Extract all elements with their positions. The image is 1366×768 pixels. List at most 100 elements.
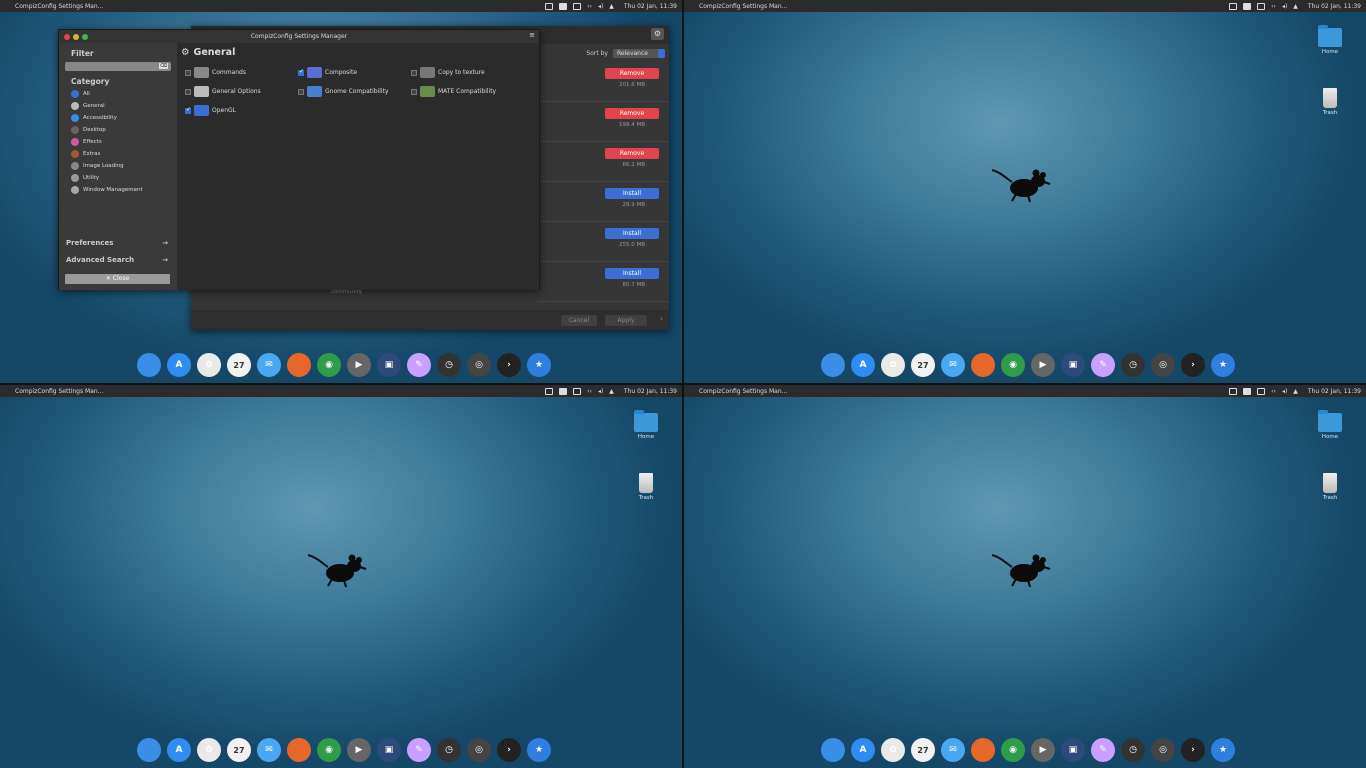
plugin-checkbox[interactable] xyxy=(411,69,417,76)
clock[interactable]: Thu 02 Jan, 11:39 xyxy=(1308,3,1361,10)
app-action-button[interactable]: Install xyxy=(605,188,659,199)
keyboard-icon[interactable] xyxy=(559,2,568,10)
dropbox-icon[interactable] xyxy=(573,2,582,10)
category-item[interactable]: Utility xyxy=(71,173,171,182)
plugin-item[interactable]: Commands xyxy=(185,67,246,78)
disk-icon[interactable]: ◎ xyxy=(467,738,491,762)
volume-icon[interactable]: ◂) xyxy=(1282,3,1287,10)
disk-icon[interactable]: ◎ xyxy=(1151,353,1175,377)
plugin-item[interactable]: OpenGL xyxy=(185,105,236,116)
firefox-icon[interactable] xyxy=(971,353,995,377)
volume-icon[interactable]: ◂) xyxy=(598,388,603,395)
plugin-item[interactable]: Composite xyxy=(298,67,357,78)
keyboard-icon[interactable] xyxy=(559,387,568,395)
chrome-icon[interactable]: ◉ xyxy=(1001,353,1025,377)
calendar-icon[interactable]: 27 xyxy=(911,738,935,762)
maximize-window-icon[interactable] xyxy=(82,34,88,40)
finder-icon[interactable] xyxy=(137,738,161,762)
media-icon[interactable]: ▶ xyxy=(347,353,371,377)
plugin-item[interactable]: MATE Compatibility xyxy=(411,86,496,97)
clock[interactable]: Thu 02 Jan, 11:39 xyxy=(624,388,677,395)
workspace-4[interactable]: CompizConfig Settings Man... ‹› ◂) ▲ Thu… xyxy=(684,385,1366,768)
apply-button[interactable]: Apply xyxy=(605,315,647,326)
workspace-2[interactable]: CompizConfig Settings Man... ‹› ◂) ▲ Thu… xyxy=(684,0,1366,383)
plugin-item[interactable]: Copy to texture xyxy=(411,67,485,78)
category-item[interactable]: All xyxy=(71,89,171,98)
app-action-button[interactable]: Install xyxy=(605,268,659,279)
menu-icon[interactable]: ≡ xyxy=(529,31,535,39)
category-item[interactable]: General xyxy=(71,101,171,110)
clock-icon[interactable]: ◷ xyxy=(437,738,461,762)
plugin-checkbox[interactable] xyxy=(185,88,191,95)
screen-icon[interactable] xyxy=(1229,387,1238,395)
favorites-icon[interactable]: ★ xyxy=(1211,353,1235,377)
dropbox-icon[interactable] xyxy=(1257,2,1266,10)
category-item[interactable]: Effects xyxy=(71,137,171,146)
network-icon[interactable]: ‹› xyxy=(587,3,592,10)
screenshot-icon[interactable]: ▣ xyxy=(1061,738,1085,762)
chrome-icon[interactable]: ◉ xyxy=(1001,738,1025,762)
clock[interactable]: Thu 02 Jan, 11:39 xyxy=(1308,388,1361,395)
home-folder-icon[interactable]: Home xyxy=(1310,25,1350,55)
plugin-checkbox[interactable] xyxy=(298,88,304,95)
clear-filter-icon[interactable]: ⌫ xyxy=(158,63,168,69)
app-action-button[interactable]: Remove xyxy=(605,148,659,159)
photos-icon[interactable]: ✿ xyxy=(881,738,905,762)
keyboard-icon[interactable] xyxy=(1243,387,1252,395)
ccsm-window[interactable]: CompizConfig Settings Manager ≡ Filter ⌫… xyxy=(58,29,540,290)
dropbox-icon[interactable] xyxy=(573,387,582,395)
chevron-right-icon[interactable]: › xyxy=(660,314,663,323)
screen-icon[interactable] xyxy=(1229,2,1238,10)
screen-icon[interactable] xyxy=(545,387,554,395)
editor-icon[interactable]: ✎ xyxy=(1091,738,1115,762)
disk-icon[interactable]: ◎ xyxy=(1151,738,1175,762)
appstore-icon[interactable]: A xyxy=(851,353,875,377)
home-folder-icon[interactable]: Home xyxy=(626,410,666,440)
mail-icon[interactable]: ✉ xyxy=(941,738,965,762)
chrome-icon[interactable]: ◉ xyxy=(317,353,341,377)
dropbox-icon[interactable] xyxy=(1257,387,1266,395)
workspace-3[interactable]: CompizConfig Settings Man... ‹› ◂) ▲ Thu… xyxy=(0,385,682,768)
close-button[interactable]: ✕ Close xyxy=(65,274,170,284)
photos-icon[interactable]: ✿ xyxy=(197,738,221,762)
workspace-1[interactable]: CompizConfig Settings Man... ‹› ◂) ▲ Thu… xyxy=(0,0,682,383)
notification-icon[interactable]: ▲ xyxy=(1293,388,1298,395)
plugin-checkbox[interactable] xyxy=(411,88,417,95)
category-item[interactable]: Desktop xyxy=(71,125,171,134)
screenshot-icon[interactable]: ▣ xyxy=(377,738,401,762)
plugin-checkbox[interactable] xyxy=(185,69,191,76)
category-item[interactable]: Image Loading xyxy=(71,161,171,170)
ccsm-titlebar[interactable]: CompizConfig Settings Manager ≡ xyxy=(59,30,539,43)
notification-icon[interactable]: ▲ xyxy=(609,3,614,10)
plugin-checkbox[interactable] xyxy=(298,68,304,76)
firefox-icon[interactable] xyxy=(971,738,995,762)
calendar-icon[interactable]: 27 xyxy=(227,738,251,762)
favorites-icon[interactable]: ★ xyxy=(527,353,551,377)
advanced-search-button[interactable]: Advanced Search → xyxy=(66,256,168,264)
plugin-item[interactable]: General Options xyxy=(185,86,261,97)
network-icon[interactable]: ‹› xyxy=(1271,3,1276,10)
chrome-icon[interactable]: ◉ xyxy=(317,738,341,762)
notification-icon[interactable]: ▲ xyxy=(609,388,614,395)
finder-icon[interactable] xyxy=(821,738,845,762)
calendar-icon[interactable]: 27 xyxy=(227,353,251,377)
trash-icon[interactable]: Trash xyxy=(1310,88,1350,116)
firefox-icon[interactable] xyxy=(287,353,311,377)
screenshot-icon[interactable]: ▣ xyxy=(377,353,401,377)
terminal-icon[interactable]: › xyxy=(497,738,521,762)
disk-icon[interactable]: ◎ xyxy=(467,353,491,377)
trash-icon[interactable]: Trash xyxy=(1310,473,1350,501)
media-icon[interactable]: ▶ xyxy=(347,738,371,762)
volume-icon[interactable]: ◂) xyxy=(1282,388,1287,395)
mail-icon[interactable]: ✉ xyxy=(257,353,281,377)
editor-icon[interactable]: ✎ xyxy=(407,353,431,377)
plugin-checkbox[interactable] xyxy=(185,106,191,114)
clock[interactable]: Thu 02 Jan, 11:39 xyxy=(624,3,677,10)
appstore-icon[interactable]: A xyxy=(851,738,875,762)
notification-icon[interactable]: ▲ xyxy=(1293,3,1298,10)
clock-icon[interactable]: ◷ xyxy=(1121,353,1145,377)
cancel-button[interactable]: Cancel xyxy=(561,315,597,326)
media-icon[interactable]: ▶ xyxy=(1031,353,1055,377)
favorites-icon[interactable]: ★ xyxy=(527,738,551,762)
app-action-button[interactable]: Remove xyxy=(605,108,659,119)
